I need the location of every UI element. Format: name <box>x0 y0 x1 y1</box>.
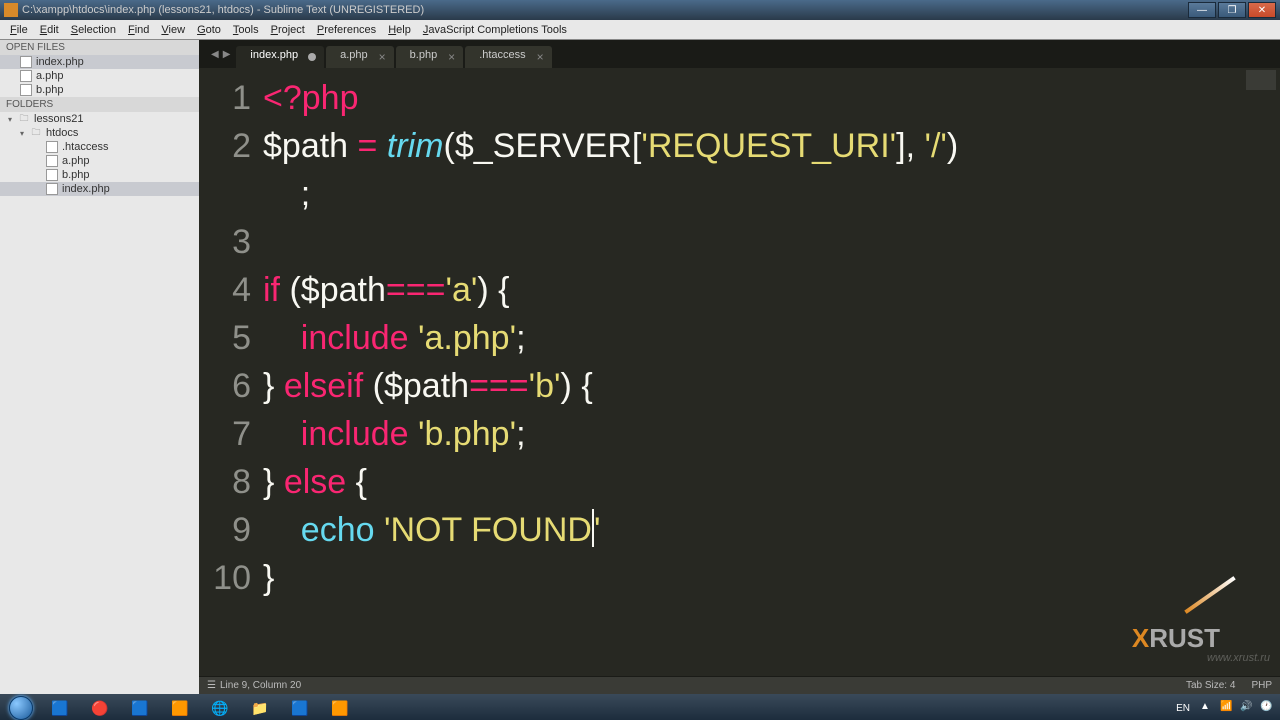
sidebar: OPEN FILES index.phpa.phpb.php FOLDERS ▾… <box>0 40 199 694</box>
tab--htaccess[interactable]: .htaccess× <box>465 46 551 68</box>
menu-selection[interactable]: Selection <box>65 22 122 38</box>
menu-find[interactable]: Find <box>122 22 155 38</box>
line-gutter: 12345678910 <box>199 68 263 676</box>
tab-close-icon[interactable]: × <box>379 50 386 64</box>
tree-a-php[interactable]: a.php <box>0 154 199 168</box>
open-file-b-php[interactable]: b.php <box>0 83 199 97</box>
taskbar-opera-icon[interactable]: 🔴 <box>81 695 119 720</box>
tree-lessons21[interactable]: ▾🗀lessons21 <box>0 112 199 126</box>
folders-header: FOLDERS <box>0 97 199 112</box>
taskbar-skype-icon[interactable]: 🟦 <box>41 695 79 720</box>
windows-taskbar: 🟦🔴🟦🟧🌐📁🟦🟧 EN ▲ 📶 🔊 🕐 <box>0 694 1280 720</box>
taskbar-explorer-icon[interactable]: 📁 <box>241 695 279 720</box>
app-icon <box>4 3 18 17</box>
tray-language[interactable]: EN <box>1172 703 1194 714</box>
taskbar-ps-icon[interactable]: 🟦 <box>121 695 159 720</box>
window-titlebar: C:\xampp\htdocs\index.php (lessons21, ht… <box>0 0 1280 20</box>
minimap[interactable] <box>1246 70 1276 90</box>
tray-volume-icon[interactable]: 🔊 <box>1240 701 1254 715</box>
tab-a-php[interactable]: a.php× <box>326 46 394 68</box>
tray-clock-icon[interactable]: 🕐 <box>1260 701 1274 715</box>
menu-edit[interactable]: Edit <box>34 22 65 38</box>
menu-view[interactable]: View <box>155 22 191 38</box>
window-title: C:\xampp\htdocs\index.php (lessons21, ht… <box>22 4 1188 16</box>
tab-nav-arrows[interactable]: ◀▶ <box>205 49 236 60</box>
status-line-col[interactable]: ☰Line 9, Column 20 <box>207 680 301 691</box>
status-tab-size[interactable]: Tab Size: 4 <box>1186 680 1235 691</box>
menu-javascript-completions-tools[interactable]: JavaScript Completions Tools <box>417 22 573 38</box>
window-minimize-button[interactable]: — <box>1188 2 1216 18</box>
tab-b-php[interactable]: b.php× <box>396 46 464 68</box>
menu-file[interactable]: File <box>4 22 34 38</box>
code-editor[interactable]: 12345678910 <?php$path = trim($_SERVER['… <box>199 68 1280 676</box>
tab-row: ◀▶ index.phpa.php×b.php×.htaccess× <box>199 40 1280 68</box>
code-content[interactable]: <?php$path = trim($_SERVER['REQUEST_URI'… <box>263 68 1280 676</box>
window-close-button[interactable]: ✕ <box>1248 2 1276 18</box>
status-bar: ☰Line 9, Column 20 Tab Size: 4 PHP <box>199 676 1280 694</box>
open-files-header: OPEN FILES <box>0 40 199 55</box>
menubar: FileEditSelectionFindViewGotoToolsProjec… <box>0 20 1280 40</box>
menu-tools[interactable]: Tools <box>227 22 265 38</box>
tree-htdocs[interactable]: ▾🗀htdocs <box>0 126 199 140</box>
tree-b-php[interactable]: b.php <box>0 168 199 182</box>
tree-index-php[interactable]: index.php <box>0 182 199 196</box>
taskbar-ppt-icon[interactable]: 🟧 <box>321 695 359 720</box>
menu-goto[interactable]: Goto <box>191 22 227 38</box>
menu-preferences[interactable]: Preferences <box>311 22 382 38</box>
taskbar-chrome-icon[interactable]: 🌐 <box>201 695 239 720</box>
tab-dirty-icon[interactable] <box>308 53 316 61</box>
tab-close-icon[interactable]: × <box>537 50 544 64</box>
system-tray[interactable]: EN ▲ 📶 🔊 🕐 <box>1172 701 1278 715</box>
open-file-a-php[interactable]: a.php <box>0 69 199 83</box>
menu-project[interactable]: Project <box>265 22 311 38</box>
tree--htaccess[interactable]: .htaccess <box>0 140 199 154</box>
window-maximize-button[interactable]: ❐ <box>1218 2 1246 18</box>
menu-help[interactable]: Help <box>382 22 417 38</box>
start-button[interactable] <box>2 695 40 720</box>
tray-network-icon[interactable]: 📶 <box>1220 701 1234 715</box>
taskbar-wmp-icon[interactable]: 🟦 <box>281 695 319 720</box>
tab-close-icon[interactable]: × <box>448 50 455 64</box>
taskbar-st-icon[interactable]: 🟧 <box>161 695 199 720</box>
open-file-index-php[interactable]: index.php <box>0 55 199 69</box>
status-syntax[interactable]: PHP <box>1251 680 1272 691</box>
tab-index-php[interactable]: index.php <box>236 46 324 68</box>
tray-flag-icon[interactable]: ▲ <box>1200 701 1214 715</box>
